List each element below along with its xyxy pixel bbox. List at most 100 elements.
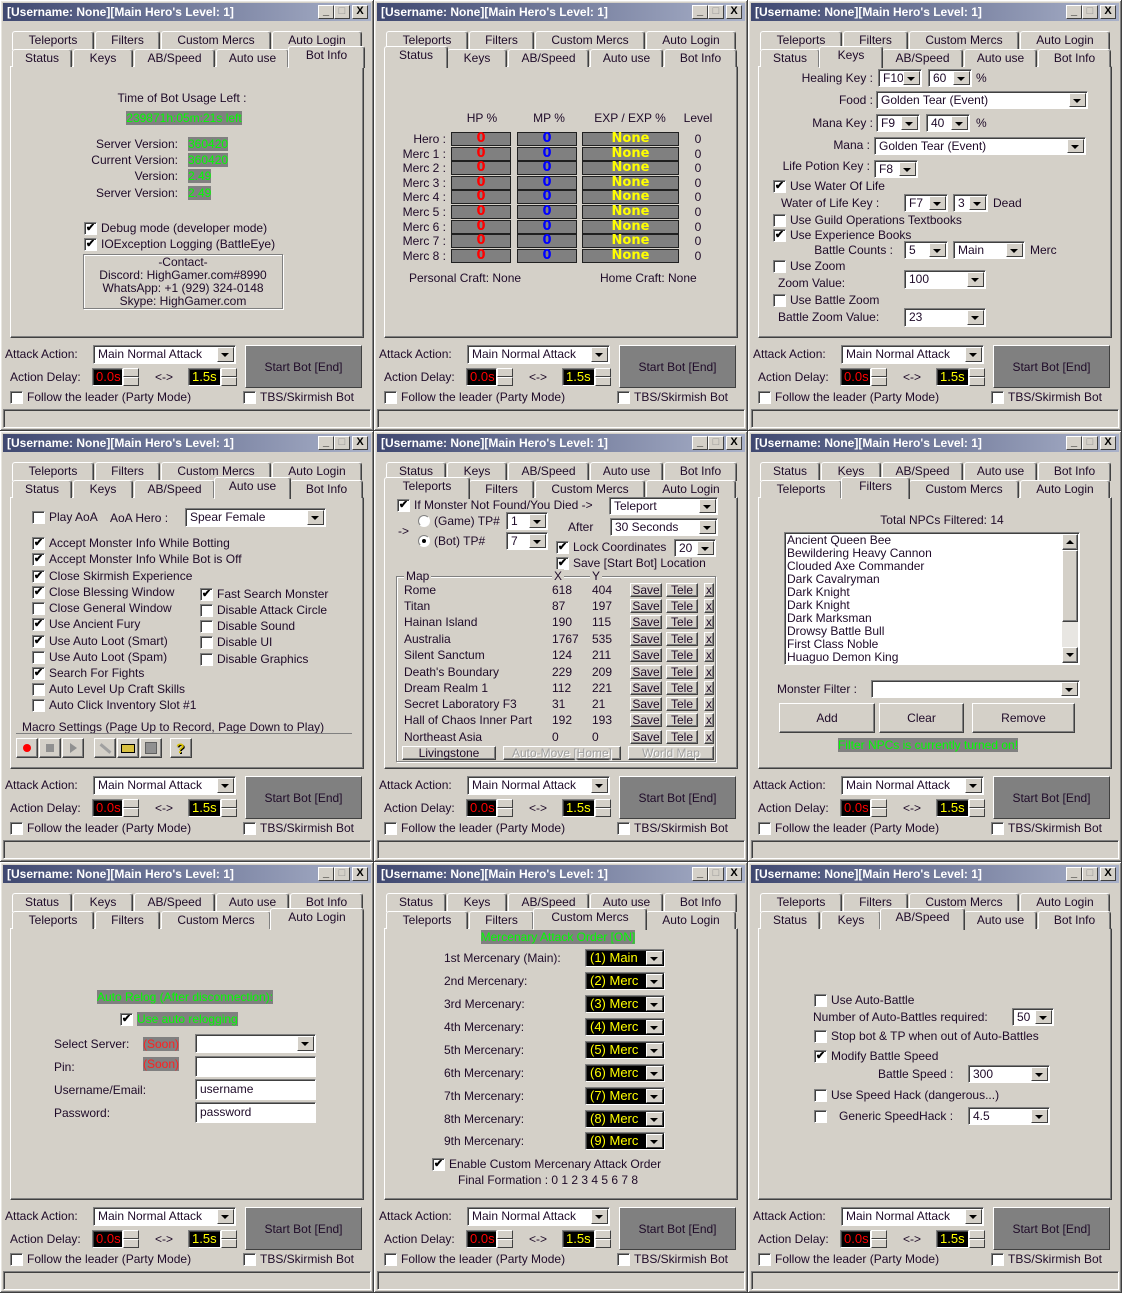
delay-min-spinner[interactable] bbox=[871, 799, 887, 817]
mercenary-slot-dropdown[interactable]: (5) Merc bbox=[585, 1041, 665, 1059]
maximize-button[interactable]: □ bbox=[708, 867, 724, 881]
chevron-down-icon[interactable] bbox=[217, 778, 234, 793]
spin-down-icon[interactable] bbox=[595, 808, 611, 817]
attack-action-dropdown[interactable]: Main Normal Attack bbox=[841, 776, 984, 795]
save-location-button[interactable]: Save bbox=[630, 615, 662, 629]
delay-max-field[interactable]: 1.5s bbox=[188, 799, 221, 817]
option-checkbox[interactable] bbox=[32, 651, 45, 664]
tab-teleports[interactable]: Teleports bbox=[384, 477, 470, 499]
world-map-button[interactable]: World Map bbox=[628, 746, 714, 760]
close-button[interactable]: X bbox=[1100, 436, 1116, 450]
stop-bot-when-out-checkbox[interactable] bbox=[814, 1030, 827, 1043]
chevron-down-icon[interactable] bbox=[529, 514, 546, 528]
spin-up-icon[interactable] bbox=[221, 368, 237, 377]
after-delay-dropdown[interactable]: 30 Seconds bbox=[610, 518, 718, 536]
mercenary-slot-dropdown[interactable]: (7) Merc bbox=[585, 1087, 665, 1105]
option-checkbox[interactable] bbox=[200, 620, 213, 633]
tab-filters[interactable]: Filters bbox=[841, 477, 910, 499]
game-tp-dropdown[interactable]: 1 bbox=[506, 512, 548, 530]
teleport-button[interactable]: Tele bbox=[666, 599, 698, 613]
minimize-button[interactable]: _ bbox=[692, 436, 708, 450]
delete-location-button[interactable]: x bbox=[704, 713, 714, 727]
start-bot-button[interactable]: Start Bot [End] bbox=[619, 345, 736, 388]
option-checkbox[interactable] bbox=[200, 604, 213, 617]
spin-up-icon[interactable] bbox=[123, 799, 139, 808]
chevron-down-icon[interactable] bbox=[699, 499, 716, 513]
chevron-down-icon[interactable] bbox=[901, 116, 918, 130]
option-checkbox[interactable]: ✔ bbox=[32, 537, 45, 550]
follow-leader-checkbox[interactable] bbox=[384, 391, 397, 404]
follow-leader-checkbox[interactable] bbox=[384, 822, 397, 835]
option-checkbox[interactable] bbox=[200, 636, 213, 649]
follow-leader-checkbox[interactable] bbox=[384, 1253, 397, 1266]
spin-down-icon[interactable] bbox=[871, 808, 887, 817]
tab-bot-info[interactable]: Bot Info bbox=[664, 462, 737, 481]
chevron-down-icon[interactable] bbox=[967, 272, 984, 287]
tbs-skirmish-checkbox[interactable] bbox=[617, 391, 630, 404]
chevron-down-icon[interactable] bbox=[529, 534, 546, 548]
maximize-button[interactable]: □ bbox=[1082, 867, 1098, 881]
auto-move-home-button[interactable]: Auto-Move [Home] bbox=[503, 746, 621, 760]
save-location-button[interactable]: Save bbox=[630, 583, 662, 597]
battle-target-dropdown[interactable]: Main bbox=[953, 241, 1025, 259]
tab-custom-mercs[interactable]: Custom Mercs bbox=[161, 31, 271, 50]
stop-button[interactable] bbox=[39, 738, 61, 758]
attack-action-dropdown[interactable]: Main Normal Attack bbox=[93, 345, 236, 364]
play-aoa-checkbox[interactable] bbox=[32, 511, 45, 524]
tab-status[interactable]: Status bbox=[760, 49, 820, 67]
save-location-button[interactable]: Save bbox=[630, 632, 662, 646]
minimize-button[interactable]: _ bbox=[1066, 436, 1082, 450]
option-checkbox[interactable]: ✔ bbox=[32, 667, 45, 680]
chevron-down-icon[interactable] bbox=[217, 347, 234, 362]
delete-location-button[interactable]: x bbox=[704, 599, 714, 613]
bot-tp-dropdown[interactable]: 7 bbox=[506, 532, 548, 550]
chevron-down-icon[interactable] bbox=[646, 1020, 663, 1034]
open-folder-button[interactable] bbox=[117, 738, 139, 758]
delay-min-field[interactable]: 0.0s bbox=[92, 1230, 123, 1248]
record-button[interactable] bbox=[16, 738, 38, 758]
delay-min-spinner[interactable] bbox=[871, 1230, 887, 1248]
attack-action-dropdown[interactable]: Main Normal Attack bbox=[467, 1207, 610, 1226]
tab-ab-speed[interactable]: AB/Speed bbox=[882, 49, 963, 67]
password-input[interactable]: password bbox=[195, 1102, 316, 1123]
delete-location-button[interactable]: x bbox=[704, 632, 714, 646]
tab-keys[interactable]: Keys bbox=[73, 49, 133, 67]
option-checkbox[interactable]: ✔ bbox=[32, 618, 45, 631]
game-tp-radio[interactable] bbox=[418, 515, 430, 527]
tab-auto-login[interactable]: Auto Login bbox=[646, 911, 736, 929]
chevron-down-icon[interactable] bbox=[697, 541, 714, 555]
spin-up-icon[interactable] bbox=[969, 1230, 985, 1239]
water-of-life-count-dropdown[interactable]: 3 bbox=[953, 194, 988, 212]
delete-location-button[interactable]: x bbox=[704, 583, 714, 597]
chevron-down-icon[interactable] bbox=[1031, 1067, 1048, 1081]
minimize-button[interactable]: _ bbox=[1066, 867, 1082, 881]
delay-min-spinner[interactable] bbox=[123, 368, 139, 386]
zoom-value-dropdown[interactable]: 100 bbox=[904, 270, 986, 289]
battle-speed-dropdown[interactable]: 300 bbox=[968, 1065, 1050, 1083]
chevron-down-icon[interactable] bbox=[646, 1043, 663, 1057]
if-monster-not-found-checkbox[interactable]: ✔ bbox=[397, 499, 410, 512]
option-checkbox[interactable]: ✔ bbox=[200, 588, 213, 601]
tab-keys[interactable]: Keys bbox=[821, 911, 881, 929]
tab-auto-use[interactable]: Auto use bbox=[590, 49, 663, 67]
spin-up-icon[interactable] bbox=[497, 1230, 513, 1239]
follow-leader-checkbox[interactable] bbox=[758, 391, 771, 404]
tab-ab-speed[interactable]: AB/Speed bbox=[508, 49, 589, 67]
spin-down-icon[interactable] bbox=[123, 377, 139, 386]
chevron-down-icon[interactable] bbox=[953, 71, 970, 85]
chevron-down-icon[interactable] bbox=[1035, 1010, 1052, 1024]
chevron-down-icon[interactable] bbox=[217, 1209, 234, 1224]
tab-bot-info[interactable]: Bot Info bbox=[1038, 911, 1111, 929]
teleport-button[interactable]: Tele bbox=[666, 697, 698, 711]
option-checkbox[interactable] bbox=[200, 653, 213, 666]
chevron-down-icon[interactable] bbox=[899, 162, 916, 176]
tab-custom-mercs[interactable]: Custom Mercs bbox=[535, 480, 645, 498]
tab-auto-login[interactable]: Auto Login bbox=[1020, 893, 1110, 912]
tab-auto-login[interactable]: Auto Login bbox=[646, 31, 736, 50]
tab-custom-mercs[interactable]: Custom Mercs bbox=[909, 480, 1019, 498]
follow-leader-checkbox[interactable] bbox=[758, 1253, 771, 1266]
delay-max-field[interactable]: 1.5s bbox=[188, 368, 221, 386]
delete-location-button[interactable]: x bbox=[704, 665, 714, 679]
minimize-button[interactable]: _ bbox=[692, 5, 708, 19]
food-dropdown[interactable]: Golden Tear (Event) bbox=[876, 91, 1088, 109]
